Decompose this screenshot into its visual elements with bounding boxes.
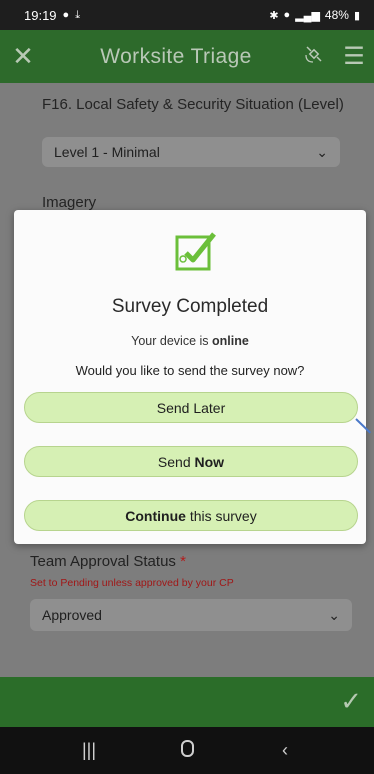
- question-select-value: Level 1 - Minimal: [54, 144, 160, 160]
- dialog-title: Survey Completed: [111, 296, 269, 317]
- location-icon: ●: [62, 9, 70, 21]
- required-marker: *: [180, 553, 186, 570]
- approval-select[interactable]: Approved ⌄: [30, 599, 352, 631]
- checkmark-icon[interactable]: ✓: [340, 686, 362, 717]
- recent-apps-button[interactable]: |||: [59, 740, 119, 761]
- chevron-down-icon: ⌄: [328, 606, 340, 623]
- back-button[interactable]: ‹: [255, 740, 315, 761]
- dialog-question: Would you like to send the survey now?: [75, 363, 305, 378]
- send-later-label: Send Later: [156, 399, 226, 416]
- approval-select-value: Approved: [42, 607, 102, 623]
- signal-icon: ▂▄▆: [295, 9, 320, 22]
- battery-percent: 48%: [324, 8, 349, 22]
- imagery-label: Imagery: [42, 194, 97, 211]
- home-icon: [180, 739, 194, 757]
- approval-hint: Set to Pending unless approved by your C…: [30, 577, 234, 589]
- approval-label: Team Approval Status *: [30, 553, 186, 570]
- send-now-bold: Now: [194, 453, 225, 470]
- satellite-icon[interactable]: [294, 44, 334, 69]
- status-prefix: Your device is: [131, 334, 209, 348]
- location-icon: ●: [283, 9, 291, 21]
- send-now-button[interactable]: Send Now: [24, 446, 358, 477]
- battery-icon: ▮: [353, 9, 360, 22]
- close-icon[interactable]: ✕: [0, 41, 40, 72]
- download-icon: ⤓: [75, 8, 81, 21]
- bottom-action-bar: ✓: [0, 677, 374, 727]
- system-nav-bar: ||| ‹: [0, 727, 374, 774]
- chevron-down-icon: ⌄: [316, 143, 328, 160]
- status-bar: 19:19 ● ⤓ ✱ ● ▂▄▆ 48% ▮: [0, 0, 374, 30]
- question-label: F16. Local Safety & Security Situation (…: [42, 96, 344, 113]
- send-later-button[interactable]: Send Later: [24, 392, 358, 423]
- status-value: online: [212, 334, 249, 348]
- satellite-icon-graphic: [305, 46, 322, 63]
- bluetooth-icon: ✱: [269, 9, 279, 22]
- question-select[interactable]: Level 1 - Minimal ⌄: [42, 137, 340, 167]
- survey-check-icon: [175, 232, 216, 271]
- continue-survey-button[interactable]: Continue this survey: [24, 500, 358, 531]
- menu-icon[interactable]: ☰: [334, 42, 374, 71]
- app-title: Worksite Triage: [100, 44, 252, 68]
- status-time: 19:19: [24, 7, 57, 23]
- connection-status: Your device is online: [14, 334, 366, 348]
- survey-completed-dialog: Survey Completed Your device is online W…: [14, 210, 366, 544]
- app-header: ✕ Worksite Triage ☰: [0, 30, 374, 83]
- approval-label-text: Team Approval Status: [30, 553, 176, 570]
- continue-bold: Continue: [125, 507, 186, 524]
- continue-suffix: this survey: [189, 507, 257, 524]
- home-button[interactable]: [157, 739, 217, 762]
- send-now-prefix: Send: [157, 453, 191, 470]
